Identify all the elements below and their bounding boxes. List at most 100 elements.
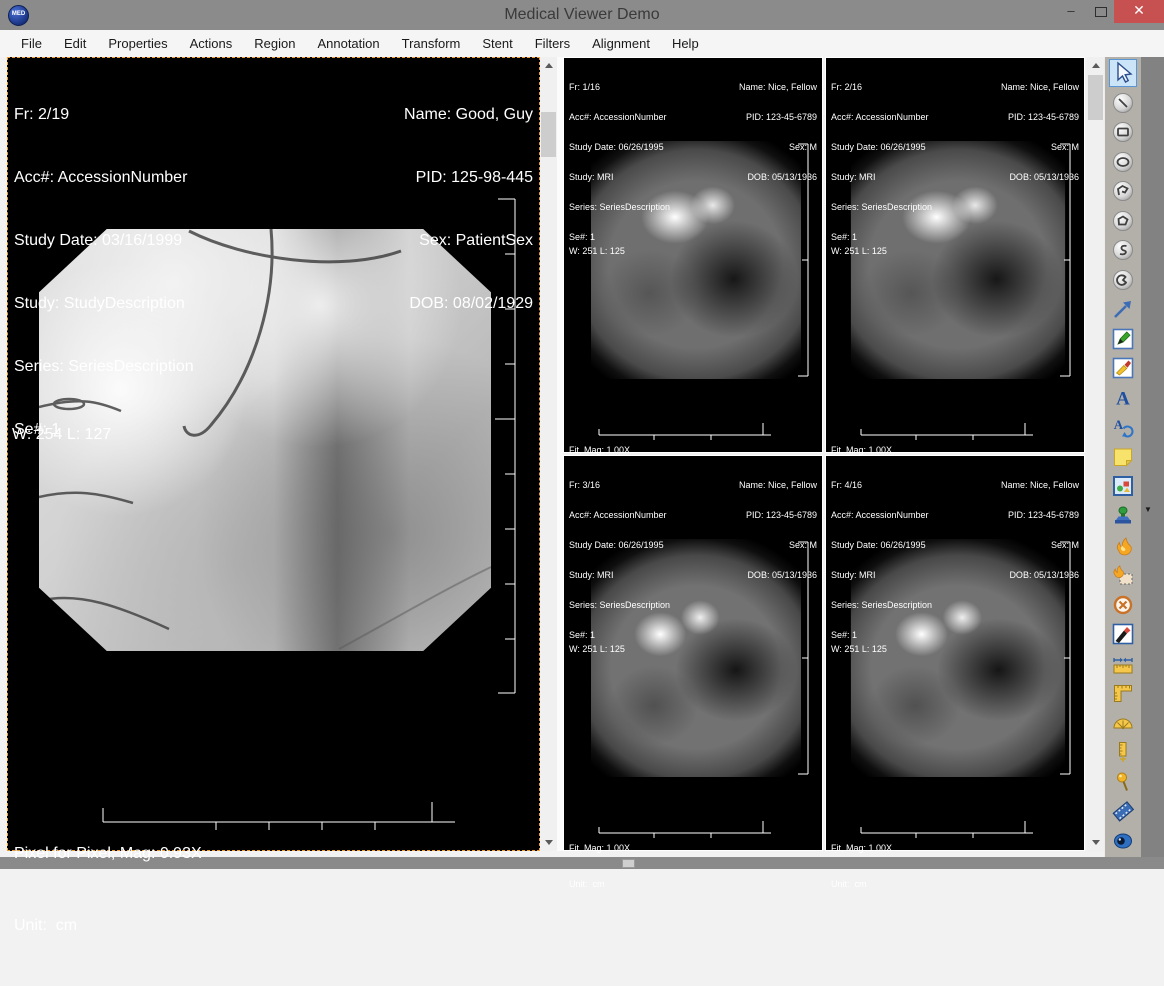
patient-info-overlay: Name: Nice, Fellow PID: 123-45-6789 Sex:… [1001,460,1079,600]
scroll-down-icon[interactable] [540,834,557,851]
menu-alignment[interactable]: Alignment [581,30,661,57]
menu-region[interactable]: Region [243,30,306,57]
magnification-text: Fit, Mag: 1.00X [831,842,892,854]
patient-dob: DOB: 05/13/1936 [1001,570,1079,580]
patient-sex: Sex: M [1001,540,1079,550]
tool-rotated-text-annotation[interactable]: A [1109,413,1137,441]
tool-stamp-annotation[interactable] [1109,502,1137,530]
scrollbar-thumb[interactable] [541,112,556,157]
tool-draw-open-curve[interactable] [1109,236,1137,264]
frame-counter: Fr: 4/16 [831,480,932,490]
close-button[interactable]: ✕ [1114,0,1164,23]
tool-flame-annotation[interactable] [1109,532,1137,560]
tool-draw-ellipse[interactable] [1109,148,1137,176]
thumbnail-panel-2[interactable]: Fr: 2/16 Acc#: AccessionNumber Study Dat… [825,57,1085,453]
tool-image-annotation[interactable] [1109,472,1137,500]
window-title: Medical Viewer Demo [0,0,1164,30]
tool-corner-ruler-measure[interactable] [1109,679,1137,707]
tool-highlight-annotation[interactable] [1109,354,1137,382]
tool-text-annotation[interactable]: A [1109,384,1137,412]
main-viewport[interactable]: Fr: 2/19 Acc#: AccessionNumber Study Dat… [7,57,540,851]
accession-number: Acc#: AccessionNumber [569,510,670,520]
study-info-overlay: Fr: 1/16 Acc#: AccessionNumber Study Dat… [569,62,670,262]
main-viewport-scrollbar[interactable] [540,57,557,851]
tool-distance-measure[interactable] [1109,650,1137,678]
menubar: File Edit Properties Actions Region Anno… [0,30,1164,57]
tool-draw-line[interactable] [1109,89,1137,117]
scroll-up-icon[interactable] [1087,57,1104,74]
menu-transform[interactable]: Transform [391,30,472,57]
tool-draw-open-polygon[interactable] [1109,177,1137,205]
svg-text:A: A [1116,388,1130,409]
thumbnail-scrollbar[interactable] [1087,57,1104,851]
thumbnail-panel-4[interactable]: Fr: 4/16 Acc#: AccessionNumber Study Dat… [825,455,1085,851]
tool-pointer-select[interactable] [1109,59,1137,87]
tool-palette: A A [1104,57,1141,857]
scrollbar-thumb[interactable] [1088,75,1103,120]
patient-id: PID: 125-98-445 [404,167,533,188]
tool-sticky-note-annotation[interactable] [1109,443,1137,471]
tool-arrow-annotation[interactable] [1109,295,1137,323]
patient-sex: Sex: PatientSex [404,230,533,251]
magnification-text: Fit, Mag: 1.00X [569,842,630,854]
tool-draw-rectangle[interactable] [1109,118,1137,146]
study-description: Study: MRI [831,172,932,182]
menu-file[interactable]: File [10,30,53,57]
menu-annotation[interactable]: Annotation [306,30,390,57]
menu-stent[interactable]: Stent [471,30,523,57]
titlebar[interactable]: MED Medical Viewer Demo – ✕ [0,0,1164,30]
tool-pencil-annotation[interactable] [1109,325,1137,353]
series-number: Se#: 1 [831,232,932,242]
maximize-button[interactable] [1088,0,1114,23]
tool-visibility-eye[interactable] [1109,827,1137,855]
tool-calibration-ruler[interactable] [1109,738,1137,766]
study-date: Study Date: 03/16/1999 [14,230,194,251]
magnification-overlay: Pixel for Pixel, Mag: 0.93X Unit: cm [14,794,202,986]
minimize-button[interactable]: – [1058,0,1084,23]
rubber-stamp-icon [1111,504,1135,528]
frame-counter: Fr: 1/16 [569,82,670,92]
rectangle-tool-icon [1111,120,1135,144]
patient-name: Name: Nice, Fellow [739,82,817,92]
menu-help[interactable]: Help [661,30,710,57]
series-number: Se#: 1 [569,232,670,242]
patient-name: Name: Nice, Fellow [1001,82,1079,92]
series-description: Series: SeriesDescription [831,202,932,212]
menu-properties[interactable]: Properties [97,30,178,57]
patient-info-overlay: Name: Nice, Fellow PID: 123-45-6789 Sex:… [1001,62,1079,202]
study-date: Study Date: 06/26/1995 [569,540,670,550]
menu-filters[interactable]: Filters [524,30,581,57]
unit-text: Unit: cm [569,878,630,890]
study-description: Study: StudyDescription [14,293,194,314]
study-date: Study Date: 06/26/1995 [831,540,932,550]
window-level-overlay: W: 251 L: 125 [569,644,625,654]
circle-x-icon [1111,593,1135,617]
tool-protractor-measure[interactable] [1109,709,1137,737]
eye-icon [1111,829,1135,853]
tool-marker-annotation[interactable] [1109,620,1137,648]
patient-dob: DOB: 08/02/1929 [404,293,533,314]
film-strip-icon [1111,799,1135,823]
closed-curve-tool-icon [1111,268,1135,292]
menu-edit[interactable]: Edit [53,30,97,57]
tool-flame-region-annotation[interactable] [1109,561,1137,589]
tool-pin-annotation[interactable] [1109,768,1137,796]
tool-draw-closed-curve[interactable] [1109,266,1137,294]
thumbnail-panel-3[interactable]: Fr: 3/16 Acc#: AccessionNumber Study Dat… [563,455,823,851]
accession-number: Acc#: AccessionNumber [831,510,932,520]
patient-info-overlay: Name: Good, Guy PID: 125-98-445 Sex: Pat… [404,62,533,356]
stamp-dropdown-icon[interactable]: ▼ [1144,505,1152,514]
menu-actions[interactable]: Actions [179,30,244,57]
tool-cine-film[interactable] [1109,797,1137,825]
study-description: Study: MRI [569,172,670,182]
tool-draw-closed-polygon[interactable] [1109,207,1137,235]
window-level-overlay: W: 251 L: 125 [831,644,887,654]
thumbnail-panel-1[interactable]: Fr: 1/16 Acc#: AccessionNumber Study Dat… [563,57,823,453]
patient-dob: DOB: 05/13/1936 [1001,172,1079,182]
scroll-down-icon[interactable] [1087,834,1104,851]
window-level-overlay: W: 254 L: 127 [12,424,111,445]
scroll-up-icon[interactable] [540,57,557,74]
tool-exclude-region[interactable] [1109,591,1137,619]
flame-icon [1111,534,1135,558]
magnification-overlay: Fit, Mag: 1.00X Unit: cm [569,818,630,914]
